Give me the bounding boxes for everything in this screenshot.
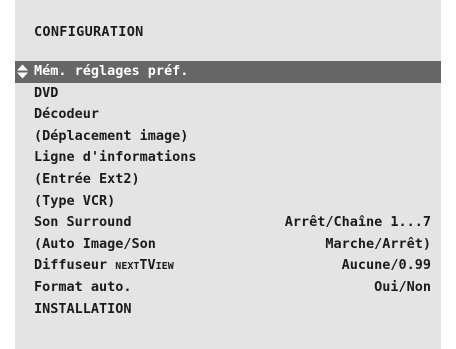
menu-item-label: Mém. réglages préf. xyxy=(34,63,189,79)
menu-item-label: (Entrée Ext2) xyxy=(34,170,140,187)
menu-item-ligne-informations[interactable]: Ligne d'informations xyxy=(15,147,441,169)
menu-item-label: Décodeur xyxy=(34,106,100,123)
menu-item-installation[interactable]: INSTALLATION xyxy=(15,299,441,321)
menu-item-label: (Déplacement image) xyxy=(34,127,189,144)
configuration-menu-panel: CONFIGURATION Mém. réglages préf. DVD Dé… xyxy=(15,0,441,349)
menu-item-type-vcr[interactable]: (Type VCR) xyxy=(15,191,441,213)
menu-item-son-surround[interactable]: Son Surround Arrêt/Chaîne 1...7 xyxy=(15,212,441,234)
menu-item-label: Son Surround xyxy=(34,214,132,231)
brand-suffix: iew xyxy=(155,261,174,273)
menu-item-value: Oui/Non xyxy=(374,278,431,295)
menu-item-label: (Auto Image/Son xyxy=(34,235,156,252)
brand-prefix: next xyxy=(115,261,140,273)
menu-item-label: Format auto. xyxy=(34,278,132,295)
menu-item-dvd[interactable]: DVD xyxy=(15,83,441,105)
menu-item-label: (Type VCR) xyxy=(34,192,116,209)
menu-item-value: Marche/Arrêt) xyxy=(325,235,431,252)
menu-item-deplacement-image[interactable]: (Déplacement image) xyxy=(15,126,441,148)
brand-name: TV xyxy=(139,257,156,274)
menu-item-mem-reglages-pref[interactable]: Mém. réglages préf. xyxy=(15,61,441,83)
menu-list: Mém. réglages préf. DVD Décodeur (Déplac… xyxy=(15,61,441,320)
menu-item-value: Aucune/0.99 xyxy=(341,257,431,274)
menu-item-label: DVD xyxy=(34,84,59,101)
menu-item-label: Diffuseur nextTView xyxy=(34,255,174,278)
menu-title: CONFIGURATION xyxy=(34,24,144,40)
menu-item-entree-ext2[interactable]: (Entrée Ext2) xyxy=(15,169,441,191)
menu-item-label: INSTALLATION xyxy=(34,300,132,317)
menu-item-diffuseur-nextview[interactable]: Diffuseur nextTView Aucune/0.99 xyxy=(15,255,441,277)
menu-item-decodeur[interactable]: Décodeur xyxy=(15,104,441,126)
menu-item-auto-image-son[interactable]: (Auto Image/Son Marche/Arrêt) xyxy=(15,234,441,256)
menu-item-format-auto[interactable]: Format auto. Oui/Non xyxy=(15,277,441,299)
menu-item-value: Arrêt/Chaîne 1...7 xyxy=(284,214,431,231)
menu-item-label: Ligne d'informations xyxy=(34,149,197,166)
menu-item-label-text: Diffuseur xyxy=(34,257,108,274)
up-down-arrows-icon xyxy=(17,64,28,79)
